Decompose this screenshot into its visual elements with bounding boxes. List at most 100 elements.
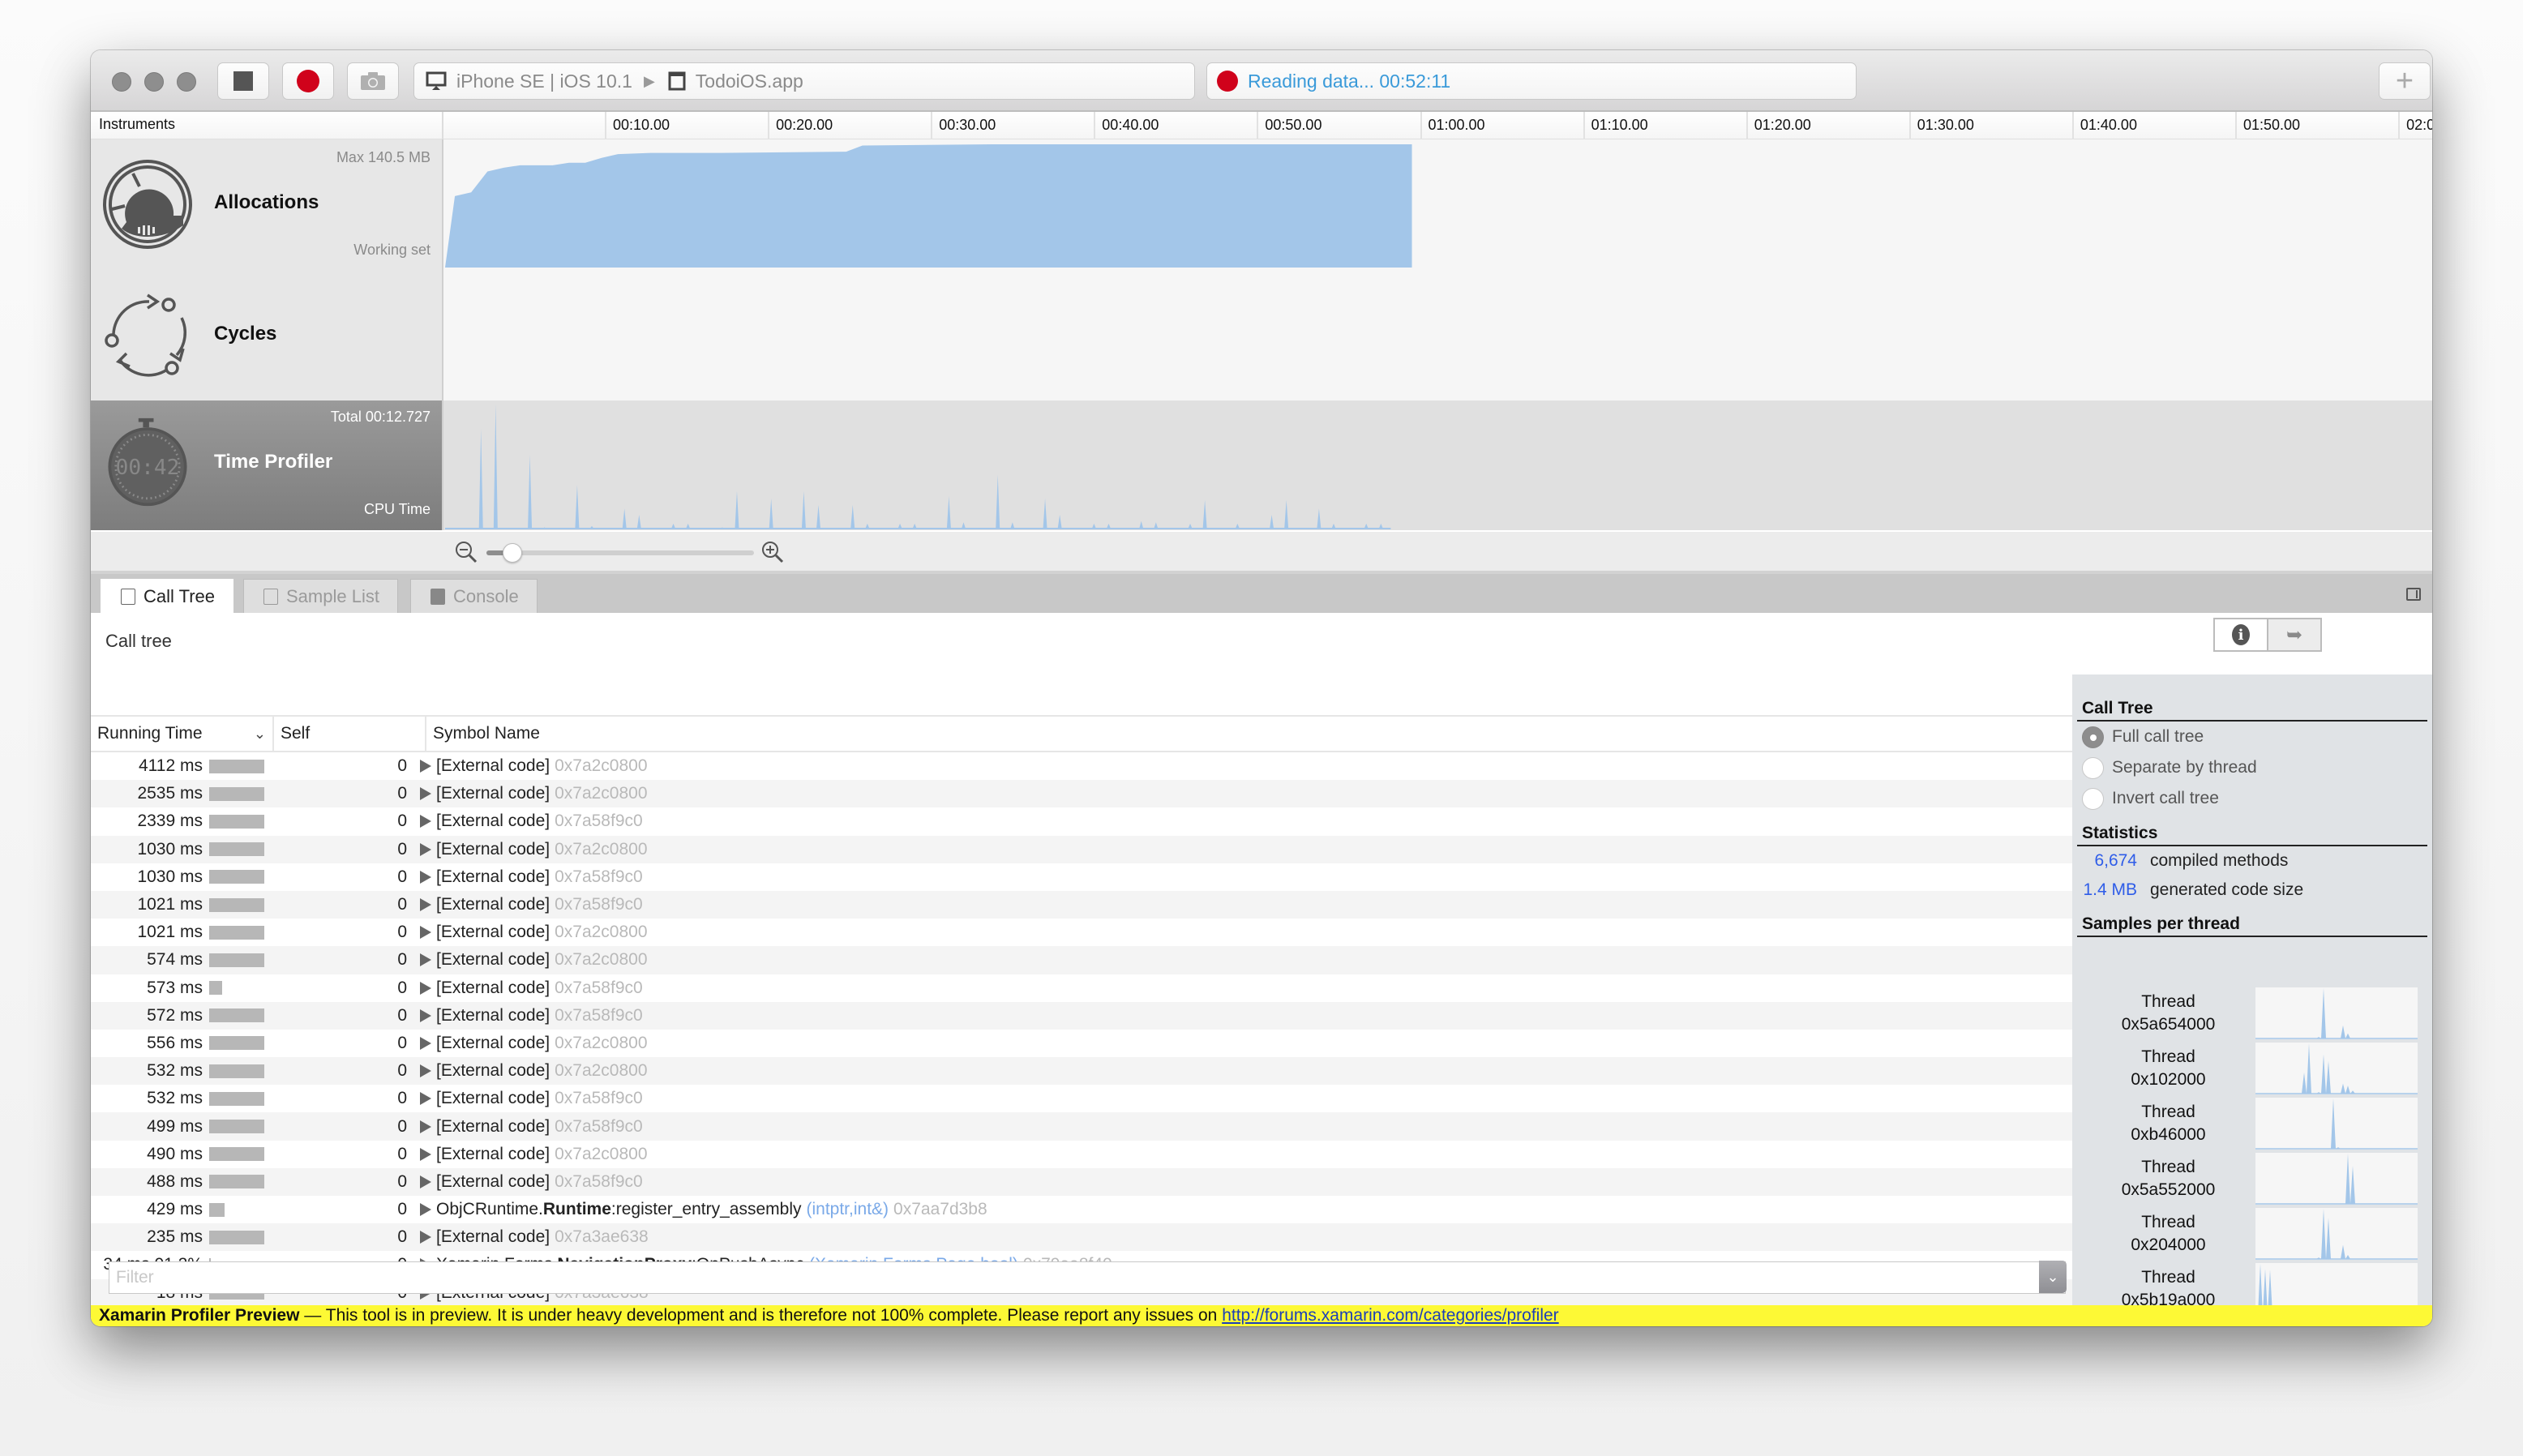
- expand-triangle-icon[interactable]: [420, 870, 431, 884]
- running-time-bar-track: [209, 1091, 282, 1106]
- radio-unselected[interactable]: [2082, 787, 2104, 810]
- table-row[interactable]: 2339 ms 0 [External code] 0x7a58f9c0: [91, 807, 2072, 835]
- expand-triangle-icon[interactable]: [420, 1203, 431, 1217]
- share-button[interactable]: ➥: [2267, 619, 2320, 650]
- ruler-tick: 00:30.00: [931, 112, 996, 139]
- record-button[interactable]: [282, 62, 334, 100]
- stop-square-icon: [233, 71, 253, 91]
- zoom-out-icon[interactable]: [454, 540, 478, 564]
- table-row[interactable]: 572 ms 0 [External code] 0x7a58f9c0: [91, 1001, 2072, 1030]
- table-row[interactable]: 235 ms 0 [External code] 0x7a3ae638: [91, 1223, 2072, 1252]
- table-row[interactable]: 532 ms 0 [External code] 0x7a2c0800: [91, 1057, 2072, 1086]
- zoom-in-icon[interactable]: [760, 540, 785, 564]
- options-sidebar: Call Tree Full call tree Separate by thr…: [2072, 674, 2432, 1315]
- target-selector[interactable]: iPhone SE | iOS 10.1 ▶ TodoiOS.app: [413, 62, 1195, 100]
- table-row[interactable]: 429 ms 0 ObjCRuntime. Runtime:register_entr…: [91, 1196, 2072, 1223]
- instrument-time-profiler[interactable]: 00:42 Total 00:12.727 Time Profiler CPU …: [91, 400, 442, 530]
- zoom-window-button[interactable]: [177, 72, 196, 92]
- table-row[interactable]: 1021 ms 0 [External code] 0x7a2c0800: [91, 919, 2072, 946]
- expand-triangle-icon[interactable]: [420, 842, 431, 856]
- column-running-time-label: Running Time: [97, 724, 203, 743]
- option-invert-call-tree[interactable]: Invert call tree: [2077, 783, 2427, 814]
- device-label[interactable]: iPhone SE | iOS 10.1: [456, 71, 632, 92]
- toggle-sidebar-icon[interactable]: [2406, 588, 2421, 601]
- cycles-name: Cycles: [214, 323, 277, 345]
- expand-triangle-icon[interactable]: [420, 760, 431, 773]
- cycles-track[interactable]: [443, 269, 2432, 400]
- expand-triangle-icon[interactable]: [420, 815, 431, 829]
- share-arrow-icon: ➥: [2285, 623, 2303, 646]
- instrument-cycles[interactable]: Cycles: [91, 269, 442, 400]
- radio-unselected[interactable]: [2082, 756, 2104, 779]
- table-row[interactable]: 1030 ms 0 [External code] 0x7a58f9c0: [91, 863, 2072, 891]
- thread-label: Thread 0x102000: [2077, 1046, 2260, 1091]
- sparkline-spike: [2316, 1257, 2321, 1259]
- column-running-time[interactable]: Running Time ⌄: [91, 717, 272, 751]
- minimize-window-button[interactable]: [144, 72, 164, 92]
- table-row[interactable]: 488 ms 0 [External code] 0x7a58f9c0: [91, 1167, 2072, 1196]
- expand-triangle-icon[interactable]: [420, 1064, 431, 1078]
- instrument-allocations[interactable]: Max 140.5 MB Allocations Working set: [91, 139, 442, 269]
- expand-triangle-icon[interactable]: [420, 1120, 431, 1133]
- expand-triangle-icon[interactable]: [420, 981, 431, 995]
- expand-triangle-icon[interactable]: [420, 1231, 431, 1244]
- table-row[interactable]: 574 ms 0 [External code] 0x7a2c0800: [91, 946, 2072, 974]
- expand-triangle-icon[interactable]: [420, 1147, 431, 1161]
- banner-title: Xamarin Profiler Preview: [99, 1306, 300, 1325]
- allocations-track[interactable]: [443, 139, 2432, 269]
- expand-triangle-icon[interactable]: [420, 787, 431, 801]
- close-window-button[interactable]: [112, 72, 131, 92]
- expand-triangle-icon[interactable]: [420, 1008, 431, 1022]
- column-symbol-name[interactable]: Symbol Name: [425, 717, 2072, 751]
- symbol-name: [External code]0x7a3ae638: [420, 1227, 649, 1247]
- table-row[interactable]: 1021 ms 0 [External code] 0x7a58f9c0: [91, 890, 2072, 919]
- zoom-slider-knob[interactable]: [502, 543, 522, 563]
- expand-triangle-icon[interactable]: [420, 1175, 431, 1188]
- snapshot-button[interactable]: [347, 62, 399, 100]
- cpu-spike: [961, 522, 966, 529]
- info-button[interactable]: i: [2215, 619, 2267, 650]
- expand-triangle-icon[interactable]: [420, 898, 431, 912]
- filter-input[interactable]: Filter ⌄: [109, 1261, 2067, 1294]
- cpu-spike: [1284, 499, 1289, 529]
- table-row[interactable]: 556 ms 0 [External code] 0x7a2c0800: [91, 1030, 2072, 1057]
- app-label[interactable]: TodoiOS.app: [696, 71, 803, 92]
- sparkline-spike: [2350, 1090, 2355, 1094]
- add-instrument-button[interactable]: +: [2379, 62, 2431, 100]
- tab-console[interactable]: Console: [410, 579, 538, 613]
- panel-divider[interactable]: [442, 139, 443, 530]
- table-row[interactable]: 4112 ms 0 [External code] 0x7a2c0800: [91, 752, 2072, 780]
- running-time-bar: [209, 981, 223, 996]
- stop-button[interactable]: [217, 62, 269, 100]
- column-self[interactable]: Self: [272, 717, 425, 751]
- radio-selected[interactable]: [2082, 726, 2104, 748]
- expand-triangle-icon[interactable]: [420, 1092, 431, 1106]
- cpu-spike: [622, 508, 627, 529]
- forum-link[interactable]: http://forums.xamarin.com/categories/pro…: [1222, 1306, 1559, 1325]
- time-profiler-track[interactable]: [443, 400, 2432, 530]
- tab-call-tree[interactable]: Call Tree: [101, 579, 234, 613]
- symbol-prefix: [External code]: [436, 756, 550, 776]
- running-time: 532 ms: [147, 1061, 203, 1081]
- zoom-slider[interactable]: [486, 543, 754, 563]
- allocations-metric: Working set: [353, 242, 430, 258]
- tab-sample-list[interactable]: Sample List: [243, 579, 398, 613]
- expand-triangle-icon[interactable]: [420, 1036, 431, 1050]
- table-row[interactable]: 2535 ms 0 [External code] 0x7a2c0800: [91, 780, 2072, 808]
- self-time: 0: [397, 1171, 407, 1191]
- option-full-call-tree[interactable]: Full call tree: [2077, 722, 2427, 752]
- expand-triangle-icon[interactable]: [420, 953, 431, 967]
- option-separate-by-thread[interactable]: Separate by thread: [2077, 752, 2427, 783]
- table-row[interactable]: 573 ms 0 [External code] 0x7a58f9c0: [91, 974, 2072, 1002]
- filter-dropdown-button[interactable]: ⌄: [2039, 1261, 2067, 1293]
- table-row[interactable]: 490 ms 0 [External code] 0x7a2c0800: [91, 1141, 2072, 1168]
- table-row[interactable]: 499 ms 0 [External code] 0x7a58f9c0: [91, 1112, 2072, 1141]
- table-row[interactable]: 532 ms 0 [External code] 0x7a58f9c0: [91, 1085, 2072, 1112]
- running-time-bar-track: [209, 759, 282, 773]
- call-tree-rows: 4112 ms 0 [External code] 0x7a2c0800 2535 ms…: [91, 752, 2072, 1307]
- cpu-spike: [1091, 523, 1096, 529]
- symbol-prefix: [External code]: [436, 895, 550, 914]
- expand-triangle-icon[interactable]: [420, 926, 431, 940]
- table-row[interactable]: 1030 ms 0 [External code] 0x7a2c0800: [91, 835, 2072, 863]
- symbol-address: 0x7a2c0800: [555, 756, 648, 776]
